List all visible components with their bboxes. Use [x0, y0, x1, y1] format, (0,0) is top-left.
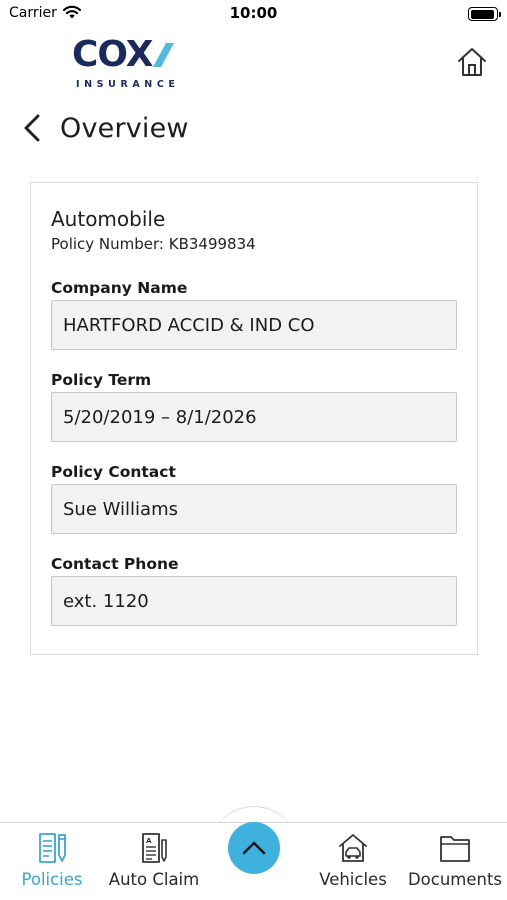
home-icon [458, 48, 486, 76]
tab-vehicles[interactable]: Vehicles [313, 823, 393, 900]
policy-number-label: Policy Number: [51, 235, 164, 253]
contact-phone-field: ext. 1120 [51, 576, 457, 626]
policy-number: Policy Number: KB3499834 [51, 235, 256, 253]
documents-icon [438, 831, 472, 865]
battery-icon [468, 7, 501, 21]
vehicles-icon [336, 831, 370, 865]
contact-phone-label: Contact Phone [51, 555, 179, 573]
page-header: Overview [22, 108, 189, 148]
company-name-field: HARTFORD ACCID & IND CO [51, 300, 457, 350]
svg-text:COX: COX [72, 36, 154, 75]
policy-card: Automobile Policy Number: KB3499834 Comp… [30, 182, 478, 655]
page-title: Overview [60, 112, 189, 144]
tab-policies[interactable]: Policies [12, 823, 92, 900]
tab-documents-label: Documents [407, 870, 503, 889]
svg-text:A: A [146, 837, 152, 845]
policy-contact-label: Policy Contact [51, 463, 176, 481]
tab-vehicles-label: Vehicles [319, 870, 387, 889]
policy-term-field: 5/20/2019 – 8/1/2026 [51, 392, 457, 442]
status-bar: Carrier 10:00 [0, 0, 507, 28]
cox-insurance-logo: COX INSURANCE [72, 34, 196, 92]
policy-type: Automobile [51, 207, 166, 231]
policies-icon [35, 831, 69, 865]
svg-text:INSURANCE: INSURANCE [76, 79, 180, 90]
home-button[interactable] [455, 45, 489, 79]
auto-claim-icon: A [137, 831, 171, 865]
chevron-left-icon [24, 114, 40, 142]
status-time: 10:00 [229, 4, 278, 22]
tab-policies-label: Policies [21, 870, 83, 889]
tab-auto-claim[interactable]: A Auto Claim [106, 823, 202, 900]
expand-menu-button[interactable] [228, 822, 280, 874]
company-name-label: Company Name [51, 279, 188, 297]
back-button[interactable] [22, 110, 50, 146]
tab-documents[interactable]: Documents [406, 823, 504, 900]
policy-term-label: Policy Term [51, 371, 152, 389]
policy-contact-field: Sue Williams [51, 484, 457, 534]
tab-auto-claim-label: Auto Claim [108, 870, 200, 889]
chevron-up-icon [242, 841, 266, 855]
policy-number-value: KB3499834 [168, 235, 256, 253]
